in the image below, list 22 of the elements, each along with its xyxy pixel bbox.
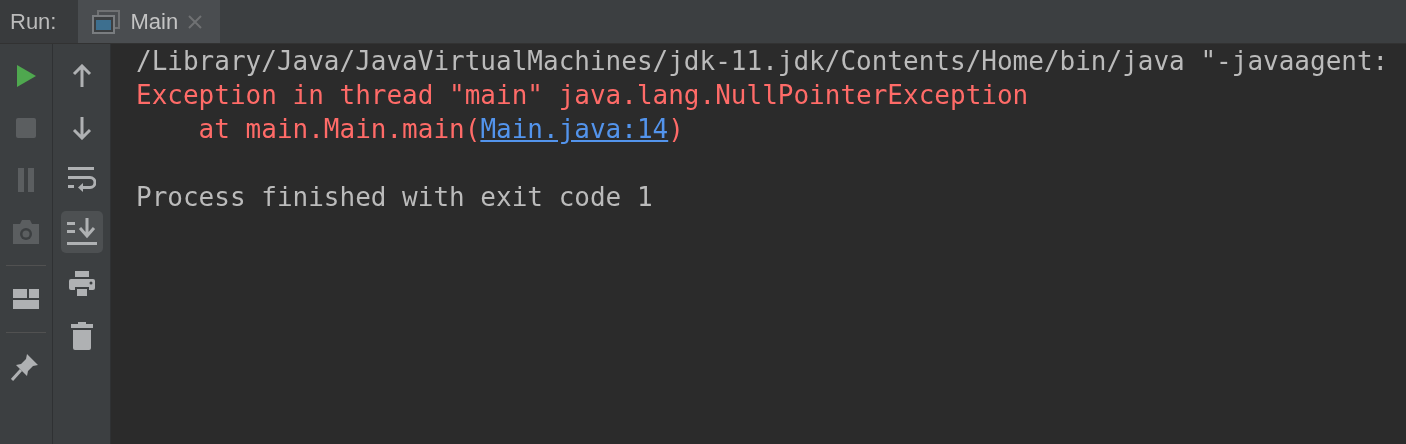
trash-icon — [70, 322, 93, 350]
scroll-to-end-icon — [66, 218, 97, 246]
error-line: Exception in thread "main" java.lang.NullPointerException — [136, 80, 1029, 110]
scroll-to-end-button[interactable] — [60, 211, 103, 253]
run-tab[interactable]: Main — [78, 0, 221, 43]
stop-icon — [15, 117, 37, 139]
print-icon — [68, 271, 95, 297]
pause-icon — [17, 168, 35, 192]
window-icon — [92, 9, 121, 34]
camera-icon — [11, 219, 41, 245]
run-icon — [15, 64, 37, 88]
tab-title: Main — [130, 8, 179, 35]
layout-icon — [13, 289, 39, 309]
up-arrow-icon — [71, 64, 92, 88]
error-line: at main.Main.main(Main.java:14) — [197, 114, 684, 144]
down-arrow-icon — [71, 116, 92, 140]
source-link[interactable]: Main.java:14 — [480, 114, 669, 144]
run-label: Run: — [0, 0, 79, 43]
pin-icon — [11, 351, 41, 381]
console-line: Process finished with exit code 1 — [136, 182, 653, 212]
wrap-icon — [67, 166, 96, 194]
console-line: /Library/Java/JavaVirtualMachines/jdk-11.jdk/Contents/Home/bin/java "-javaagent: — [136, 46, 1389, 76]
